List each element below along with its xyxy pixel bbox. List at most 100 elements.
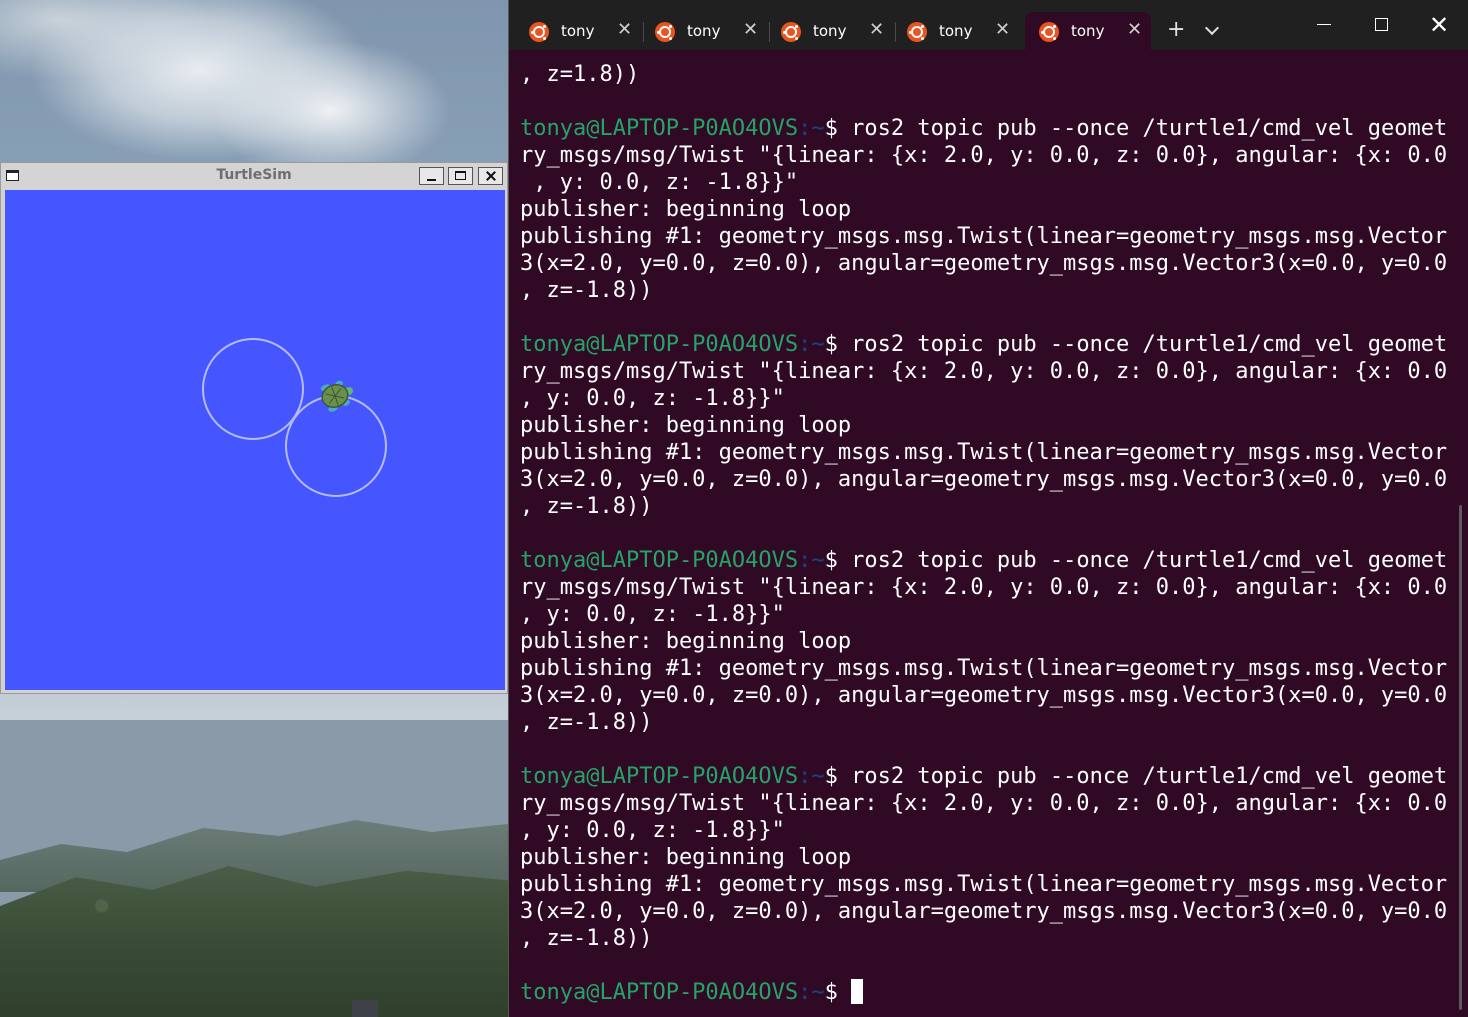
terminal-text: ry_msgs/msg/Twist "{linear: {x: 2.0, y: … bbox=[520, 791, 1448, 816]
terminal-output-line: 3(x=2.0, y=0.0, z=0.0), angular=geometry… bbox=[520, 682, 1450, 709]
prompt-user: tonya@LAPTOP-P0AO4OVS bbox=[520, 764, 799, 789]
terminal-text: ry_msgs/msg/Twist "{linear: {x: 2.0, y: … bbox=[520, 143, 1448, 168]
terminal-tab-3[interactable]: tony ✕ bbox=[767, 12, 893, 50]
window-maximize-button[interactable] bbox=[1375, 18, 1388, 31]
terminal-text: , z=-1.8)) bbox=[520, 494, 653, 519]
terminal-scrollbar[interactable] bbox=[1459, 505, 1462, 1010]
turtlesim-minimize-button[interactable] bbox=[419, 167, 444, 185]
terminal-output-line: , y: 0.0, z: -1.8}}" bbox=[520, 385, 1450, 412]
terminal-text: publisher: beginning loop bbox=[520, 845, 852, 870]
terminal-output-line: ry_msgs/msg/Twist "{linear: {x: 2.0, y: … bbox=[520, 574, 1450, 601]
terminal-tab-4[interactable]: tony ✕ bbox=[893, 12, 1019, 50]
turtlesim-titlebar[interactable]: TurtleSim bbox=[1, 163, 507, 189]
turtlesim-window: TurtleSim bbox=[0, 162, 508, 694]
terminal-output-line: publisher: beginning loop bbox=[520, 628, 1450, 655]
terminal-text: 3(x=2.0, y=0.0, z=0.0), angular=geometry… bbox=[520, 467, 1448, 492]
terminal-prompt-line: tonya@LAPTOP-P0AO4OVS:~$ ros2 topic pub … bbox=[520, 115, 1450, 142]
terminal-output-line: , y: 0.0, z: -1.8}}" bbox=[520, 817, 1450, 844]
terminal-output-line: publishing #1: geometry_msgs.msg.Twist(l… bbox=[520, 223, 1450, 250]
prompt-path: :~ bbox=[798, 332, 825, 357]
turtlesim-drawing bbox=[202, 338, 387, 497]
prompt-user: tonya@LAPTOP-P0AO4OVS bbox=[520, 116, 799, 141]
terminal-window: tony ✕ tony ✕ tony ✕ tony ✕ tony ✕ + ✕ ,… bbox=[508, 0, 1468, 1017]
wallpaper-forest-hill bbox=[0, 866, 508, 1017]
terminal-output-line: , z=-1.8)) bbox=[520, 925, 1450, 952]
tab-close-icon[interactable]: ✕ bbox=[995, 20, 1010, 40]
ubuntu-icon bbox=[529, 22, 549, 42]
terminal-text: publisher: beginning loop bbox=[520, 629, 852, 654]
terminal-text: ros2 topic pub --once /turtle1/cmd_vel g… bbox=[851, 764, 1448, 789]
terminal-output-line: , z=-1.8)) bbox=[520, 709, 1450, 736]
terminal-output-line: 3(x=2.0, y=0.0, z=0.0), angular=geometry… bbox=[520, 250, 1450, 277]
terminal-output-line: publisher: beginning loop bbox=[520, 196, 1450, 223]
terminal-text: 3(x=2.0, y=0.0, z=0.0), angular=geometry… bbox=[520, 899, 1448, 924]
terminal-output-line: 3(x=2.0, y=0.0, z=0.0), angular=geometry… bbox=[520, 898, 1450, 925]
terminal-output-line: publishing #1: geometry_msgs.msg.Twist(l… bbox=[520, 655, 1450, 682]
turtle-icon bbox=[320, 380, 354, 412]
terminal-output-line: , y: 0.0, z: -1.8}}" bbox=[520, 601, 1450, 628]
new-tab-button[interactable]: + bbox=[1167, 17, 1185, 43]
terminal-tab-5-active[interactable]: tony ✕ bbox=[1025, 12, 1151, 50]
tab-close-icon[interactable]: ✕ bbox=[617, 20, 632, 40]
terminal-text: , z=-1.8)) bbox=[520, 710, 653, 735]
window-close-button[interactable]: ✕ bbox=[1429, 10, 1449, 40]
tab-label: tony bbox=[939, 22, 973, 40]
terminal-output-line: , y: 0.0, z: -1.8}}" bbox=[520, 169, 1450, 196]
terminal-output-line: , z=1.8)) bbox=[520, 61, 1450, 88]
turtle-trail-circle-1 bbox=[202, 338, 304, 440]
terminal-prompt-line: tonya@LAPTOP-P0AO4OVS:~$ ros2 topic pub … bbox=[520, 763, 1450, 790]
terminal-text: , y: 0.0, z: -1.8}}" bbox=[520, 170, 799, 195]
terminal-output-line: ry_msgs/msg/Twist "{linear: {x: 2.0, y: … bbox=[520, 790, 1450, 817]
tab-close-icon[interactable]: ✕ bbox=[869, 20, 884, 40]
terminal-text: 3(x=2.0, y=0.0, z=0.0), angular=geometry… bbox=[520, 251, 1448, 276]
tab-close-icon[interactable]: ✕ bbox=[743, 20, 758, 40]
terminal-text: publisher: beginning loop bbox=[520, 197, 852, 222]
prompt-user: tonya@LAPTOP-P0AO4OVS bbox=[520, 548, 799, 573]
ubuntu-icon bbox=[1039, 22, 1059, 42]
terminal-output-line: publishing #1: geometry_msgs.msg.Twist(l… bbox=[520, 439, 1450, 466]
terminal-text: , y: 0.0, z: -1.8}}" bbox=[520, 818, 785, 843]
terminal-output-line: publisher: beginning loop bbox=[520, 412, 1450, 439]
ubuntu-icon bbox=[655, 22, 675, 42]
terminal-tab-2[interactable]: tony ✕ bbox=[641, 12, 767, 50]
terminal-output-line: 3(x=2.0, y=0.0, z=0.0), angular=geometry… bbox=[520, 466, 1450, 493]
ubuntu-icon bbox=[781, 22, 801, 42]
terminal-text: publishing #1: geometry_msgs.msg.Twist(l… bbox=[520, 872, 1448, 897]
terminal-output[interactable]: , z=1.8)) tonya@LAPTOP-P0AO4OVS:~$ ros2 t… bbox=[520, 61, 1450, 1006]
tab-close-icon[interactable]: ✕ bbox=[1127, 20, 1142, 40]
wallpaper-tower bbox=[352, 1000, 378, 1017]
terminal-prompt-line: tonya@LAPTOP-P0AO4OVS:~$ bbox=[520, 979, 1450, 1006]
terminal-text: publishing #1: geometry_msgs.msg.Twist(l… bbox=[520, 224, 1448, 249]
terminal-output-line: publisher: beginning loop bbox=[520, 844, 1450, 871]
terminal-text: 3(x=2.0, y=0.0, z=0.0), angular=geometry… bbox=[520, 683, 1448, 708]
terminal-prompt-line: tonya@LAPTOP-P0AO4OVS:~$ ros2 topic pub … bbox=[520, 331, 1450, 358]
terminal-cursor[interactable] bbox=[851, 979, 864, 1004]
tab-label: tony bbox=[813, 22, 847, 40]
prompt-user: tonya@LAPTOP-P0AO4OVS bbox=[520, 332, 799, 357]
terminal-text: publishing #1: geometry_msgs.msg.Twist(l… bbox=[520, 656, 1448, 681]
turtlesim-canvas bbox=[5, 190, 505, 690]
window-minimize-button[interactable] bbox=[1317, 24, 1331, 25]
turtlesim-maximize-button[interactable] bbox=[448, 167, 473, 185]
prompt-path: :~ bbox=[798, 116, 825, 141]
terminal-text: publisher: beginning loop bbox=[520, 413, 852, 438]
terminal-output-line: , z=-1.8)) bbox=[520, 277, 1450, 304]
chevron-down-icon[interactable] bbox=[1204, 20, 1220, 36]
terminal-text: , y: 0.0, z: -1.8}}" bbox=[520, 602, 785, 627]
prompt-symbol: $ bbox=[824, 548, 852, 573]
terminal-output-line: ry_msgs/msg/Twist "{linear: {x: 2.0, y: … bbox=[520, 358, 1450, 385]
terminal-text: publishing #1: geometry_msgs.msg.Twist(l… bbox=[520, 440, 1448, 465]
terminal-prompt-line: tonya@LAPTOP-P0AO4OVS:~$ ros2 topic pub … bbox=[520, 547, 1450, 574]
prompt-path: :~ bbox=[798, 980, 825, 1005]
terminal-text: , z=1.8)) bbox=[520, 62, 640, 87]
tab-label: tony bbox=[561, 22, 595, 40]
terminal-tab-1[interactable]: tony ✕ bbox=[515, 12, 641, 50]
terminal-text: ros2 topic pub --once /turtle1/cmd_vel g… bbox=[851, 548, 1448, 573]
prompt-user: tonya@LAPTOP-P0AO4OVS bbox=[520, 980, 799, 1005]
turtlesim-close-button[interactable] bbox=[478, 167, 503, 185]
terminal-text: , z=-1.8)) bbox=[520, 278, 653, 303]
